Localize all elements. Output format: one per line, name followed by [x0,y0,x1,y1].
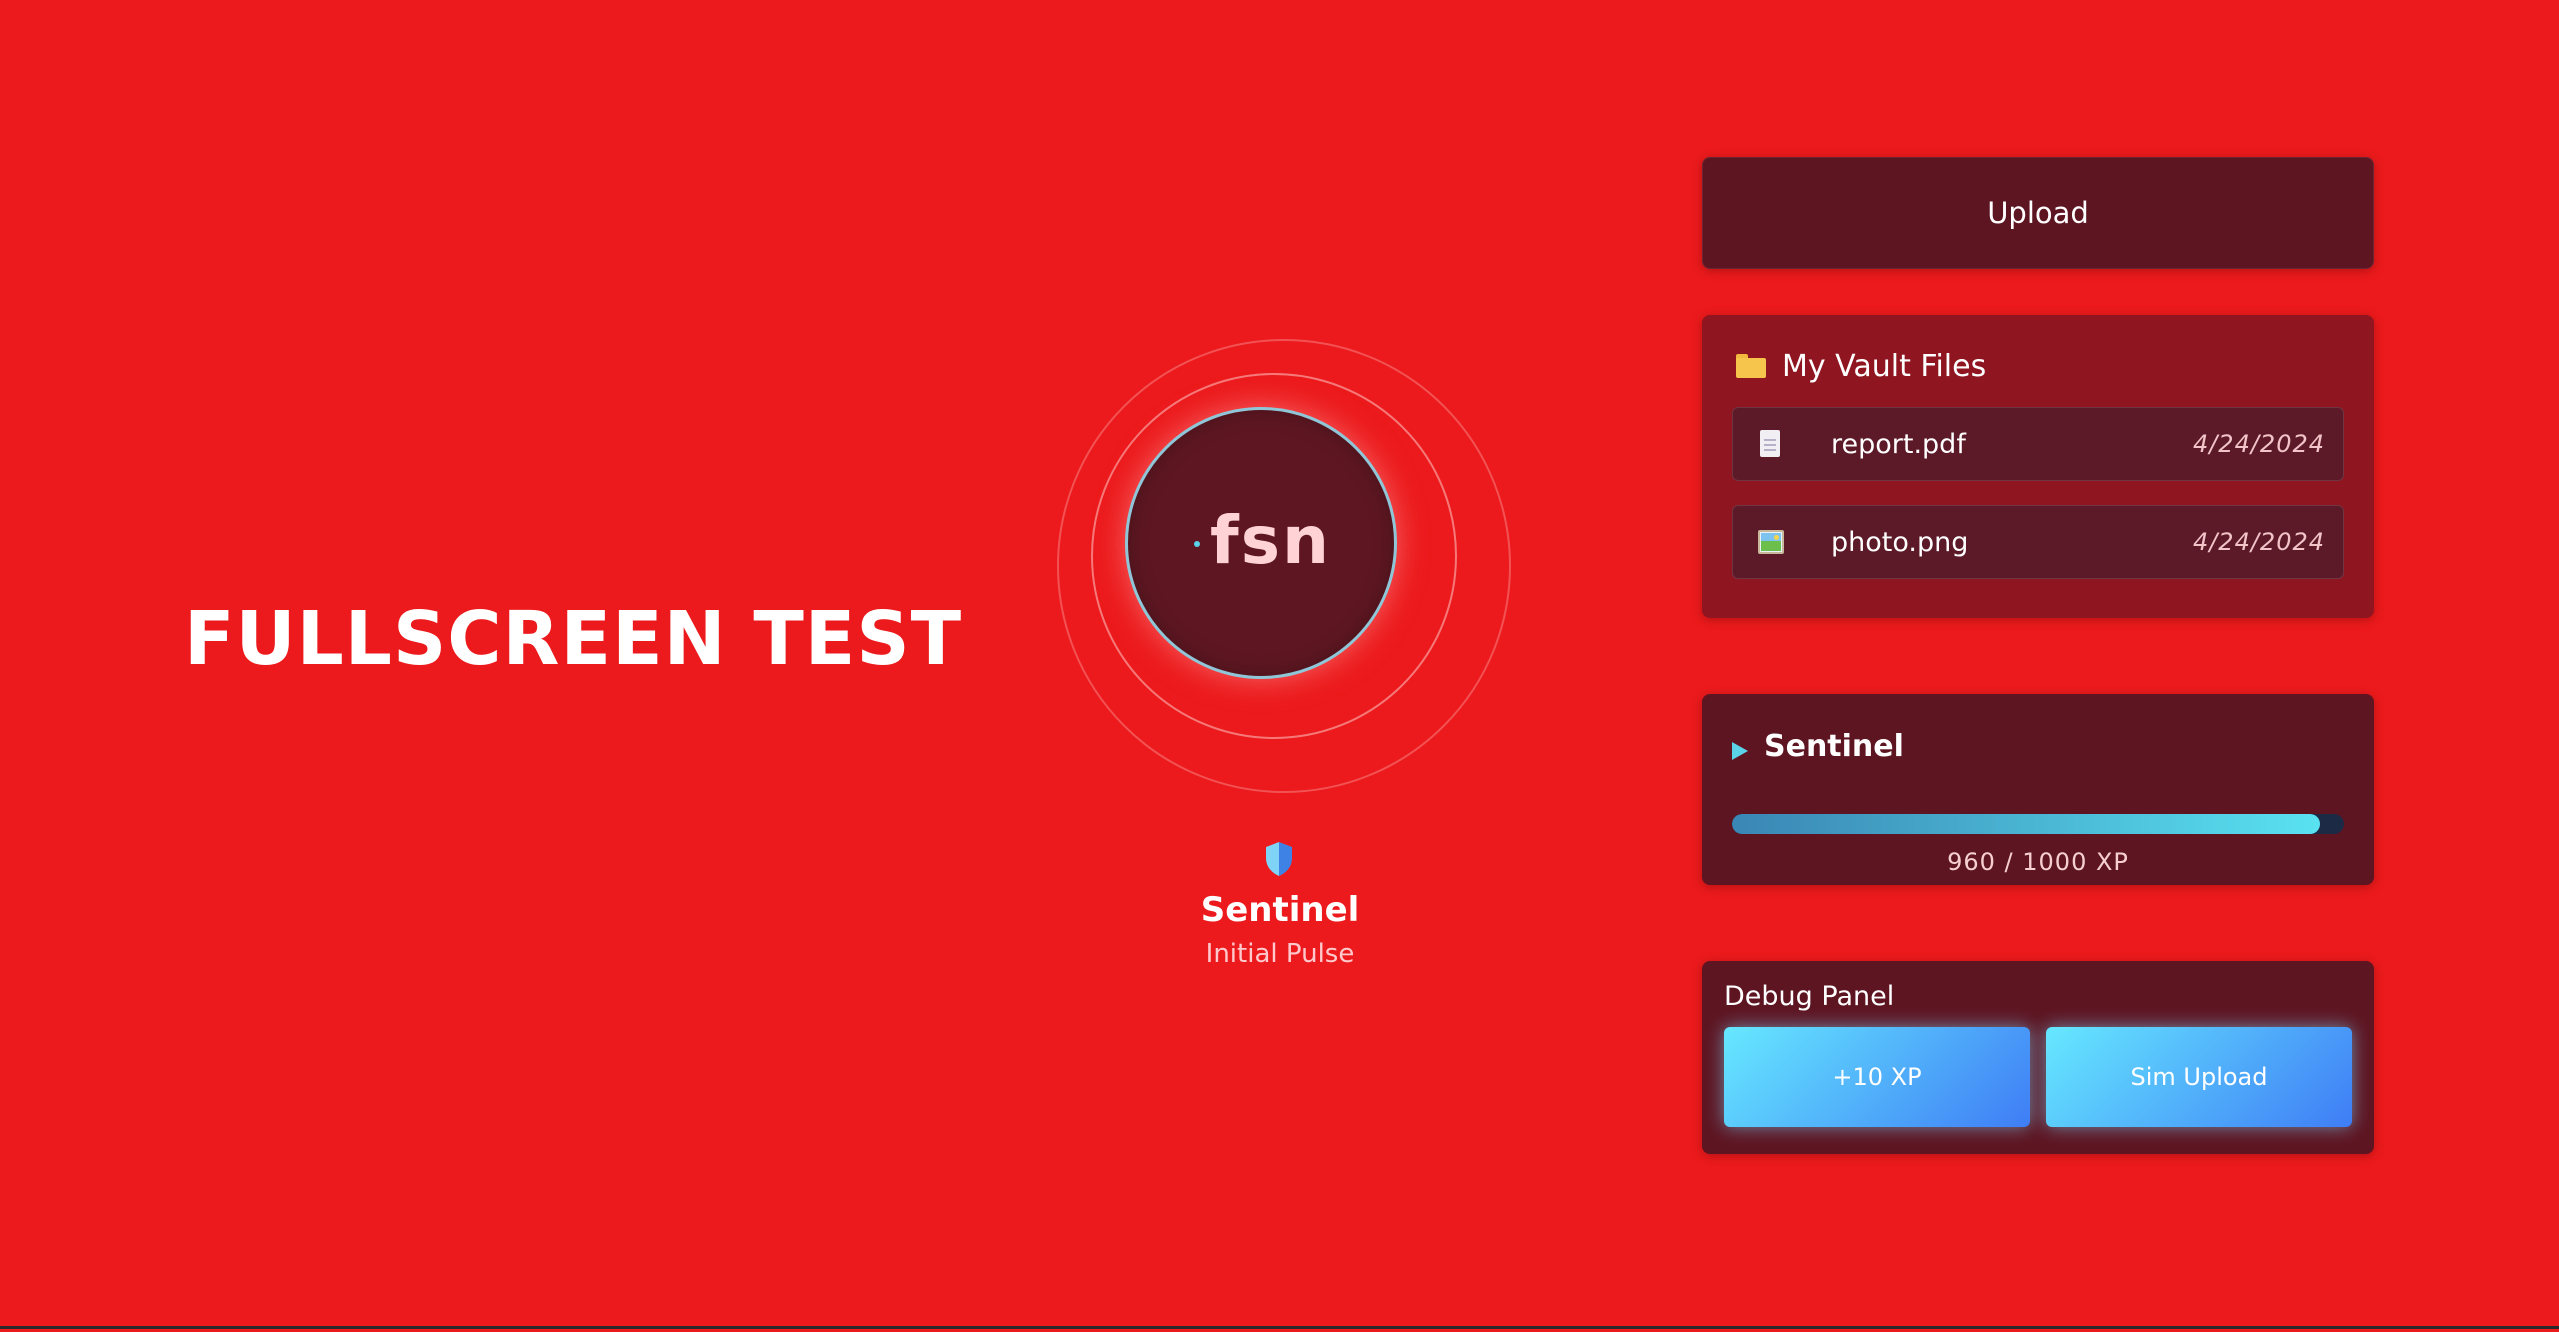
upload-button[interactable]: Upload [1702,157,2374,269]
page-title: FULLSCREEN TEST [184,596,963,682]
orb-subtitle: Initial Pulse [1205,939,1355,969]
xp-progress-bar [1732,814,2344,834]
orb-name: Sentinel [1200,890,1360,930]
document-icon [1757,429,1783,459]
vault-files-panel: My Vault Files report.pdf 4/24/2024 phot… [1702,315,2374,618]
shield-icon [1266,842,1292,876]
app-stage: FULLSCREEN TEST fsn Sentinel Initial Pul… [0,0,2559,1329]
add-xp-button[interactable]: +10 XP [1724,1027,2030,1127]
vault-title: My Vault Files [1782,348,1987,384]
folder-icon [1736,354,1766,378]
xp-progress-fill [1732,814,2320,834]
image-icon [1757,527,1784,557]
xp-text: 960 / 1000 XP [1947,848,2129,876]
file-name: photo.png [1831,526,1969,558]
sentinel-title: Sentinel [1764,728,1904,764]
file-row-report[interactable]: report.pdf 4/24/2024 [1732,407,2344,481]
debug-buttons: +10 XP Sim Upload [1724,1027,2352,1127]
sentinel-header: Sentinel [1732,724,2344,768]
sentinel-panel: Sentinel 960 / 1000 XP [1702,694,2374,885]
bottom-bar [0,1326,2559,1329]
file-date: 4/24/2024 [2192,430,2325,458]
vault-header: My Vault Files [1736,345,2344,387]
sim-upload-button[interactable]: Sim Upload [2046,1027,2352,1127]
play-icon [1732,742,1748,760]
orb-label: fsn [1210,502,1331,579]
debug-title: Debug Panel [1724,981,1895,1012]
file-row-photo[interactable]: photo.png 4/24/2024 [1732,505,2344,579]
debug-panel: Debug Panel +10 XP Sim Upload [1702,961,2374,1154]
orb-indicator-dot [1194,541,1200,547]
file-name: report.pdf [1831,428,1966,460]
file-date: 4/24/2024 [2192,528,2325,556]
